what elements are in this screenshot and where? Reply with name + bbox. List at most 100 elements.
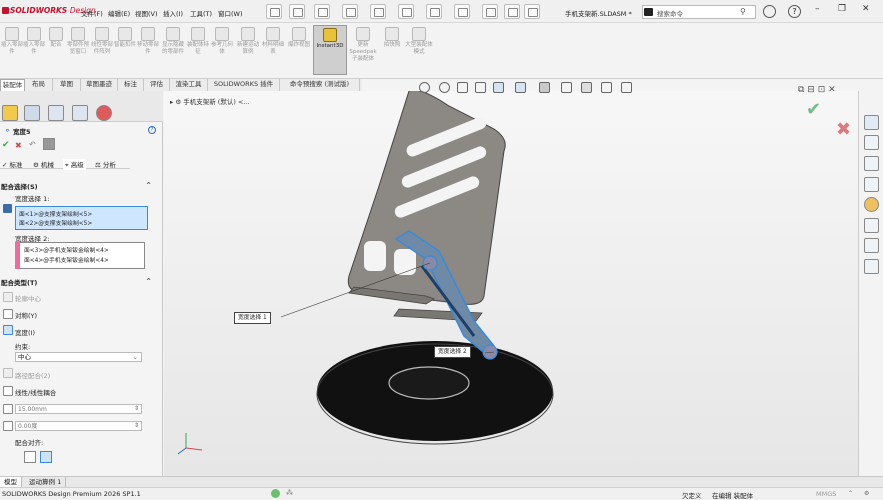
resources-icon[interactable] (864, 135, 879, 150)
spinner-icon[interactable]: ⇕ (134, 404, 139, 413)
section-view-icon[interactable] (475, 82, 486, 93)
menu-insert[interactable]: 插入(I) (163, 8, 183, 18)
model-view[interactable] (164, 91, 858, 476)
menu-window[interactable]: 窗口(W) (218, 8, 243, 18)
options-icon[interactable] (504, 4, 520, 19)
symmetric-icon[interactable] (3, 309, 13, 319)
help-icon[interactable]: ? (788, 5, 801, 18)
bill-of-materials-button[interactable]: 材料明细表 (261, 25, 285, 75)
menu-file[interactable]: 文件(F) (81, 8, 103, 18)
rebuild-status-icon[interactable] (271, 489, 280, 498)
smart-fasteners-button[interactable]: 智能扣件 (113, 25, 137, 75)
mate-button[interactable]: 配合 (44, 25, 68, 75)
solidworks-forum-icon[interactable] (864, 259, 879, 274)
aligned-icon[interactable] (24, 451, 36, 463)
menu-view[interactable]: 视图(V) (135, 8, 158, 18)
tab-command-search[interactable]: 命令预搜索 (测试版) (280, 79, 360, 91)
reference-geometry-button[interactable]: 参考几何体 (210, 25, 234, 75)
new-motion-study-button[interactable]: 新建运动算例 (236, 25, 260, 75)
search-icon[interactable]: ⚲ (740, 7, 746, 16)
constraint-dropdown[interactable]: 中心 ⌄ (15, 352, 142, 362)
zoom-to-fit-icon[interactable] (419, 82, 430, 93)
property-manager-icon[interactable] (24, 105, 40, 121)
gear-icon[interactable] (524, 4, 540, 19)
tab-evaluate[interactable]: 评估 (144, 79, 170, 91)
angle-input[interactable]: 0.00度 ⇕ (15, 421, 142, 431)
hide-show-icon[interactable] (561, 82, 572, 93)
forum-icon[interactable] (864, 238, 879, 253)
user-icon[interactable] (763, 5, 776, 18)
zoom-area-icon[interactable] (439, 82, 450, 93)
minimize-icon[interactable]: – (815, 4, 820, 14)
insert-component-2-button[interactable]: 插入零部件 (22, 25, 46, 75)
display-manager-icon[interactable] (96, 105, 112, 121)
tab-selection-item[interactable]: 面<3>@手机支架钣金绘制<4> (24, 245, 109, 254)
move-component-button[interactable]: 移动零部件 (136, 25, 160, 75)
tab-layout[interactable]: 布局 (25, 79, 53, 91)
canvas-window-controls[interactable]: ⧉ ⊟ ⊡ ✕ (798, 85, 836, 95)
confirm-corner-ok-icon[interactable]: ✔ (806, 99, 821, 120)
file-explorer-icon[interactable] (864, 156, 879, 171)
tab-addins[interactable]: SOLIDWORKS 插件 (208, 79, 280, 91)
linear-pattern-button[interactable]: 线性零部件阵列 (90, 25, 114, 75)
assembly-features-button[interactable]: 装配体特征 (186, 25, 210, 75)
unit-system[interactable]: MMGS (816, 490, 836, 498)
width-selection-item[interactable]: 面<1>@支撑支架绘制<5> (19, 209, 92, 218)
mate-selections-header[interactable]: 配合选择(S) ⌃ (0, 181, 162, 192)
chevron-up-icon[interactable]: ⌃ (848, 490, 853, 497)
tab-selection-item[interactable]: 面<4>@手机支架钣金绘制<4> (24, 255, 109, 264)
dynamic-annotation-icon[interactable] (493, 82, 504, 93)
path-mate-icon[interactable] (3, 368, 13, 378)
confirm-corner-cancel-icon[interactable]: ✖ (836, 119, 851, 140)
appearances-icon[interactable] (864, 197, 879, 212)
instant3d-button[interactable]: Instant3D (313, 25, 347, 75)
distance-input[interactable]: 15.00mm ⇕ (15, 404, 142, 414)
apply-scene-icon[interactable] (601, 82, 612, 93)
display-style-icon[interactable] (539, 82, 550, 93)
file-properties-icon[interactable] (482, 4, 498, 19)
edit-appearance-icon[interactable] (581, 82, 592, 93)
save-icon[interactable] (342, 4, 358, 19)
new-document-icon[interactable] (289, 4, 305, 19)
design-library-icon[interactable] (864, 177, 879, 192)
restore-icon[interactable]: ❐ (838, 4, 846, 14)
tab-sketch[interactable]: 草图 (53, 79, 81, 91)
component-preview-button[interactable]: 零部件预览窗口 (66, 25, 90, 75)
feature-tree-icon[interactable] (2, 105, 18, 121)
profile-center-icon[interactable] (3, 292, 13, 302)
tab-assembly[interactable]: 装配体 (0, 79, 25, 91)
undo-icon[interactable]: ↶ (29, 140, 36, 149)
open-icon[interactable] (314, 4, 330, 19)
menu-edit[interactable]: 编辑(E) (108, 8, 130, 18)
undo-icon[interactable] (398, 4, 414, 19)
insert-component-button[interactable]: 插入零部件 (0, 25, 24, 75)
menu-tools[interactable]: 工具(T) (190, 8, 212, 18)
show-hidden-button[interactable]: 显示隐藏的零部件 (161, 25, 185, 75)
view-orientation-icon[interactable] (515, 82, 526, 93)
graphics-area[interactable]: ▸ ⚙ 手机支架新 (默认) <... 宽度选择 1 宽度选择 2 ✔ ✖ ⧉ … (164, 85, 858, 476)
help-icon[interactable]: ? (148, 126, 156, 134)
select-icon[interactable] (426, 4, 442, 19)
dimxpert-icon[interactable] (72, 105, 88, 121)
cancel-icon[interactable]: ✖ (15, 141, 22, 150)
tab-sketch-ink[interactable]: 草图墨迹 (81, 79, 118, 91)
width-mate-icon[interactable] (3, 325, 13, 335)
home-icon[interactable] (864, 115, 879, 130)
configuration-manager-icon[interactable] (48, 105, 64, 121)
quick-tips-icon[interactable]: ⁂ (286, 489, 293, 497)
update-speedpak-button[interactable]: 更新 Speedpak 子装配体 (348, 25, 378, 75)
mate-types-header[interactable]: 配合类型(T) ⌃ (0, 277, 162, 288)
tab-advanced[interactable]: ⌖ 高级 (63, 159, 86, 170)
large-assembly-mode-button[interactable]: 大型装配体模式 (405, 25, 433, 75)
take-snapshot-button[interactable]: 拍快照 (380, 25, 404, 75)
anti-aligned-icon[interactable] (40, 451, 52, 463)
linear-coupler-icon[interactable] (3, 386, 13, 396)
tab-analysis[interactable]: ⚖ 分析 (95, 159, 116, 169)
tab-render-tools[interactable]: 渲染工具 (170, 79, 208, 91)
exploded-view-button[interactable]: 爆炸视图 (287, 25, 311, 75)
width-selection-item[interactable]: 面<2>@支撑支架绘制<5> (19, 218, 92, 227)
tab-standard[interactable]: ✓ 标准 (2, 159, 23, 169)
width-selection-list[interactable]: 面<1>@支撑支架绘制<5> 面<2>@支撑支架绘制<5> (15, 206, 148, 230)
close-icon[interactable]: ✕ (862, 4, 870, 14)
spinner-icon[interactable]: ⇕ (134, 421, 139, 430)
